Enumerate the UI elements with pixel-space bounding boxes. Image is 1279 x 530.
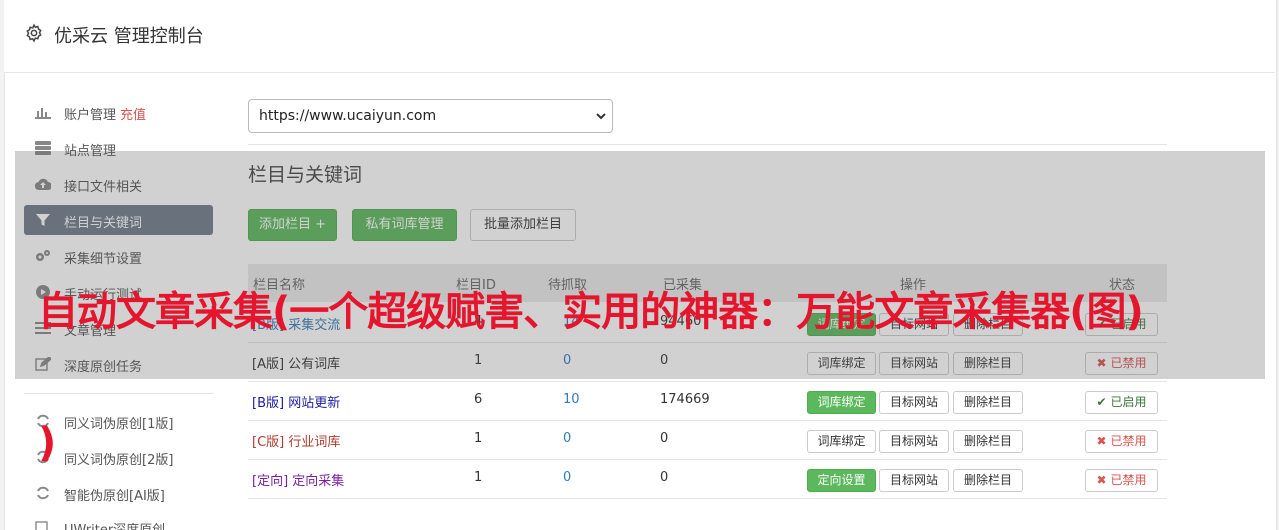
top-bar: 优采云 管理控制台 [4,0,1275,73]
lexicon-bind-button[interactable]: 定向设置 [807,469,876,492]
chevron-down-icon [596,113,606,120]
sidebar-item-label: 同义词伪原创[1版] [64,417,174,432]
target-site-button[interactable]: 目标网站 [879,391,949,414]
sidebar-divider [24,393,213,394]
status-label: 已启用 [1110,395,1147,409]
delete-column-button[interactable]: 删除栏目 [953,469,1023,492]
divider [248,144,1167,145]
sidebar-item-label: 同义词伪原创[2版] [64,453,174,468]
column-id: 1 [474,431,483,446]
table-row: [B版] 网站更新 6 10 174669 词库绑定 目标网站 删除栏目 ✔ 已启用 [248,381,1167,421]
status-toggle[interactable]: ✖ 已禁用 [1085,430,1158,453]
sidebar-item-ai-rewrite[interactable]: 智能伪原创[AI版] [24,478,213,508]
collected-count: 0 [660,470,669,485]
bar-chart-icon [35,105,51,119]
lexicon-bind-button[interactable]: 词库绑定 [807,391,876,414]
overlay-headline: 自动文章采集(一个超级赋害、实用的神器：万能文章采集器(图) [38,289,1144,335]
recharge-link[interactable]: 充值 [120,108,146,123]
target-site-button[interactable]: 目标网站 [879,430,949,453]
status-toggle[interactable]: ✖ 已禁用 [1085,469,1158,492]
gear-icon [26,23,42,43]
column-id: 6 [474,392,483,407]
status-label: 已禁用 [1110,473,1147,487]
sidebar-item-label: UWriter深度原创 [64,519,165,530]
status-label: 已禁用 [1110,434,1147,448]
overlay-banner [15,151,1265,379]
pending-count[interactable]: 0 [563,470,571,485]
target-site-button[interactable]: 目标网站 [879,469,949,492]
sidebar-item-label: 账户管理 [64,108,117,123]
pending-count[interactable]: 10 [563,392,580,407]
column-name[interactable]: [B版] 网站更新 [252,392,340,411]
table-row: [C版] 行业词库 1 0 0 词库绑定 目标网站 删除栏目 ✖ 已禁用 [248,420,1167,460]
close-icon: ✖ [1096,434,1107,448]
sidebar-item-label: 智能伪原创[AI版] [64,489,165,504]
site-select-value: https://www.ucaiyun.com [259,108,437,124]
column-name[interactable]: [定向] 定向采集 [252,470,344,489]
app-title: 优采云 管理控制台 [54,26,204,47]
site-select[interactable]: https://www.ucaiyun.com [248,99,613,133]
sidebar-item-uwriter[interactable]: UWriter深度原创 [24,512,213,530]
column-id: 1 [474,470,483,485]
close-icon: ✖ [1096,473,1107,487]
table-row: [定向] 定向采集 1 0 0 定向设置 目标网站 删除栏目 ✖ 已禁用 [248,459,1167,499]
column-name[interactable]: [C版] 行业词库 [252,431,340,450]
check-icon: ✔ [1096,395,1107,409]
edit-icon [35,520,51,530]
sidebar-item-account[interactable]: 账户管理 充值 [24,97,213,127]
overlay-headline-continued: ) [38,420,57,466]
collected-count: 0 [660,431,669,446]
lexicon-bind-button[interactable]: 词库绑定 [807,430,876,453]
status-toggle[interactable]: ✔ 已启用 [1085,391,1158,414]
delete-column-button[interactable]: 删除栏目 [953,391,1023,414]
refresh-icon [35,486,51,500]
delete-column-button[interactable]: 删除栏目 [953,430,1023,453]
collected-count: 174669 [660,392,710,407]
pending-count[interactable]: 0 [563,431,571,446]
